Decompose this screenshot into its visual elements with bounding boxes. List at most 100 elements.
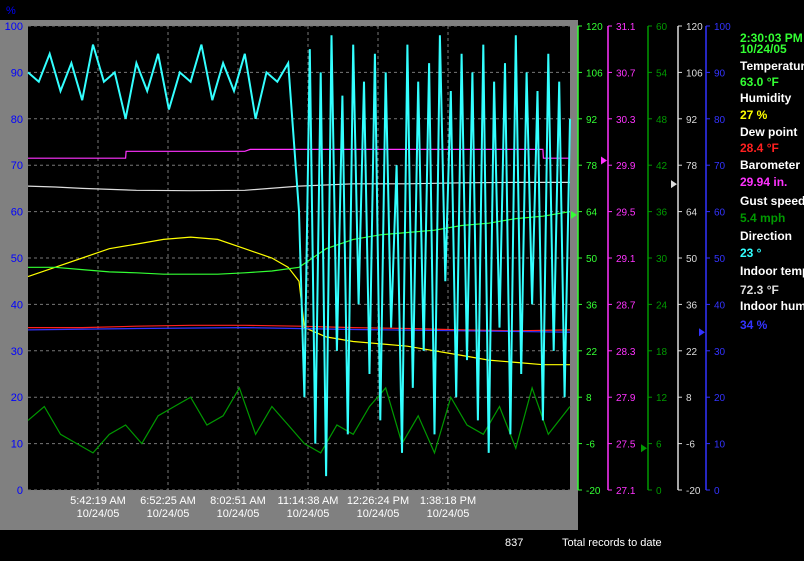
axis-label-gust: 12 bbox=[656, 393, 668, 404]
weather-chart: 0102030405060708090100%5:42:19 AM10/24/0… bbox=[5, 5, 731, 520]
readout-value-gust: 5.4 mph bbox=[740, 211, 786, 225]
axis-label-indoor-hum: 20 bbox=[714, 393, 726, 404]
x-tick-date: 10/24/05 bbox=[357, 508, 400, 520]
left-tick-label: 70 bbox=[11, 160, 23, 172]
x-tick-date: 10/24/05 bbox=[147, 508, 190, 520]
axis-label-barometer: 28.3 bbox=[616, 347, 636, 358]
readout-label-dewpoint: Dew point bbox=[740, 125, 798, 139]
axis-label-indoor-temp: 78 bbox=[686, 161, 698, 172]
x-tick-date: 10/24/05 bbox=[217, 508, 260, 520]
axis-label-gust: 0 bbox=[656, 486, 662, 497]
axis-label-temperature: -20 bbox=[586, 486, 601, 497]
left-tick-label: 0 bbox=[17, 485, 23, 497]
left-tick-label: 50 bbox=[11, 253, 23, 265]
left-tick-label: 40 bbox=[11, 299, 23, 311]
readout-label-direction: Direction bbox=[740, 229, 793, 243]
axis-label-barometer: 30.7 bbox=[616, 68, 636, 79]
x-tick-date: 10/24/05 bbox=[427, 508, 470, 520]
axis-label-indoor-temp: 36 bbox=[686, 300, 698, 311]
axis-label-temperature: 120 bbox=[586, 22, 603, 33]
records-count: 837 bbox=[505, 537, 524, 549]
axis-label-indoor-hum: 40 bbox=[714, 300, 726, 311]
axis-label-temperature: 92 bbox=[586, 115, 598, 126]
axis-label-indoor-hum: 90 bbox=[714, 68, 726, 79]
readout-value-indoor-hum: 34 % bbox=[740, 318, 768, 332]
x-tick-time: 6:52:25 AM bbox=[140, 495, 196, 507]
x-tick-time: 1:38:18 PM bbox=[420, 495, 476, 507]
axis-label-gust: 54 bbox=[656, 68, 668, 79]
x-tick-date: 10/24/05 bbox=[287, 508, 330, 520]
readout-label-indoor-hum: Indoor hum bbox=[740, 299, 804, 313]
readout-label-indoor-temp: Indoor temp bbox=[740, 264, 804, 278]
x-tick-time: 11:14:38 AM bbox=[278, 495, 339, 507]
axis-label-indoor-temp: 22 bbox=[686, 347, 698, 358]
axis-label-temperature: 22 bbox=[586, 347, 598, 358]
axis-label-barometer: 29.9 bbox=[616, 161, 636, 172]
axis-label-temperature: 106 bbox=[586, 68, 603, 79]
readout-value-direction: 23 ° bbox=[740, 246, 762, 260]
axis-label-indoor-hum: 0 bbox=[714, 486, 720, 497]
x-tick-date: 10/24/05 bbox=[77, 508, 120, 520]
axis-label-barometer: 30.3 bbox=[616, 115, 636, 126]
readout-label-gust: Gust speed bbox=[740, 194, 804, 208]
readout-value-temperature: 63.0 °F bbox=[740, 75, 779, 89]
left-axis-unit: % bbox=[6, 5, 16, 17]
axis-label-indoor-hum: 50 bbox=[714, 254, 726, 265]
axis-label-indoor-temp: 92 bbox=[686, 115, 698, 126]
left-tick-label: 100 bbox=[5, 21, 23, 33]
x-tick-time: 5:42:19 AM bbox=[70, 495, 126, 507]
left-tick-label: 10 bbox=[11, 439, 23, 451]
axis-label-barometer: 27.1 bbox=[616, 486, 636, 497]
axis-label-indoor-temp: 50 bbox=[686, 254, 698, 265]
left-tick-label: 60 bbox=[11, 207, 23, 219]
axis-label-indoor-hum: 80 bbox=[714, 115, 726, 126]
axis-label-indoor-temp: 120 bbox=[686, 22, 703, 33]
axis-label-temperature: 50 bbox=[586, 254, 598, 265]
axis-label-barometer: 29.1 bbox=[616, 254, 636, 265]
axis-label-gust: 42 bbox=[656, 161, 668, 172]
axis-marker-temperature bbox=[571, 210, 577, 219]
axis-label-indoor-hum: 10 bbox=[714, 440, 726, 451]
left-tick-label: 80 bbox=[11, 114, 23, 126]
axis-label-temperature: -6 bbox=[586, 440, 595, 451]
axis-label-indoor-temp: -6 bbox=[686, 440, 695, 451]
axis-marker-barometer bbox=[601, 156, 607, 165]
axis-label-barometer: 27.9 bbox=[616, 393, 636, 404]
records-label: Total records to date bbox=[562, 537, 662, 549]
axis-label-temperature: 64 bbox=[586, 208, 598, 219]
readout-value-barometer: 29.94 in. bbox=[740, 175, 788, 189]
left-tick-label: 20 bbox=[11, 392, 23, 404]
readout-label-temperature: Temperature bbox=[740, 59, 804, 73]
axis-label-gust: 30 bbox=[656, 254, 668, 265]
readout-date: 10/24/05 bbox=[740, 42, 787, 56]
axis-label-gust: 36 bbox=[656, 208, 668, 219]
readout-label-humidity: Humidity bbox=[740, 91, 792, 105]
axis-marker-gust bbox=[641, 444, 647, 453]
axis-label-temperature: 36 bbox=[586, 300, 598, 311]
axis-label-indoor-hum: 100 bbox=[714, 22, 731, 33]
axis-label-indoor-hum: 70 bbox=[714, 161, 726, 172]
axis-label-indoor-hum: 30 bbox=[714, 347, 726, 358]
left-tick-label: 30 bbox=[11, 346, 23, 358]
axis-label-indoor-temp: 8 bbox=[686, 393, 692, 404]
axis-marker-indoor-hum bbox=[699, 328, 705, 337]
axis-label-gust: 18 bbox=[656, 347, 668, 358]
axis-label-gust: 24 bbox=[656, 300, 668, 311]
readout-value-humidity: 27 % bbox=[740, 108, 768, 122]
axis-label-gust: 60 bbox=[656, 22, 668, 33]
axis-marker-indoor-temp bbox=[671, 180, 677, 189]
axis-label-indoor-temp: 64 bbox=[686, 208, 698, 219]
axis-label-barometer: 28.7 bbox=[616, 300, 636, 311]
axis-label-indoor-temp: -20 bbox=[686, 486, 701, 497]
axis-label-barometer: 29.5 bbox=[616, 208, 636, 219]
readout-value-indoor-temp: 72.3 °F bbox=[740, 283, 779, 297]
readout-value-dewpoint: 28.4 °F bbox=[740, 141, 779, 155]
axis-label-temperature: 8 bbox=[586, 393, 592, 404]
axis-label-temperature: 78 bbox=[586, 161, 598, 172]
axis-label-indoor-hum: 60 bbox=[714, 208, 726, 219]
axis-label-gust: 48 bbox=[656, 115, 668, 126]
axis-label-indoor-temp: 106 bbox=[686, 68, 703, 79]
axis-label-barometer: 27.5 bbox=[616, 440, 636, 451]
readout-label-barometer: Barometer bbox=[740, 158, 801, 172]
axis-label-barometer: 31.1 bbox=[616, 22, 636, 33]
